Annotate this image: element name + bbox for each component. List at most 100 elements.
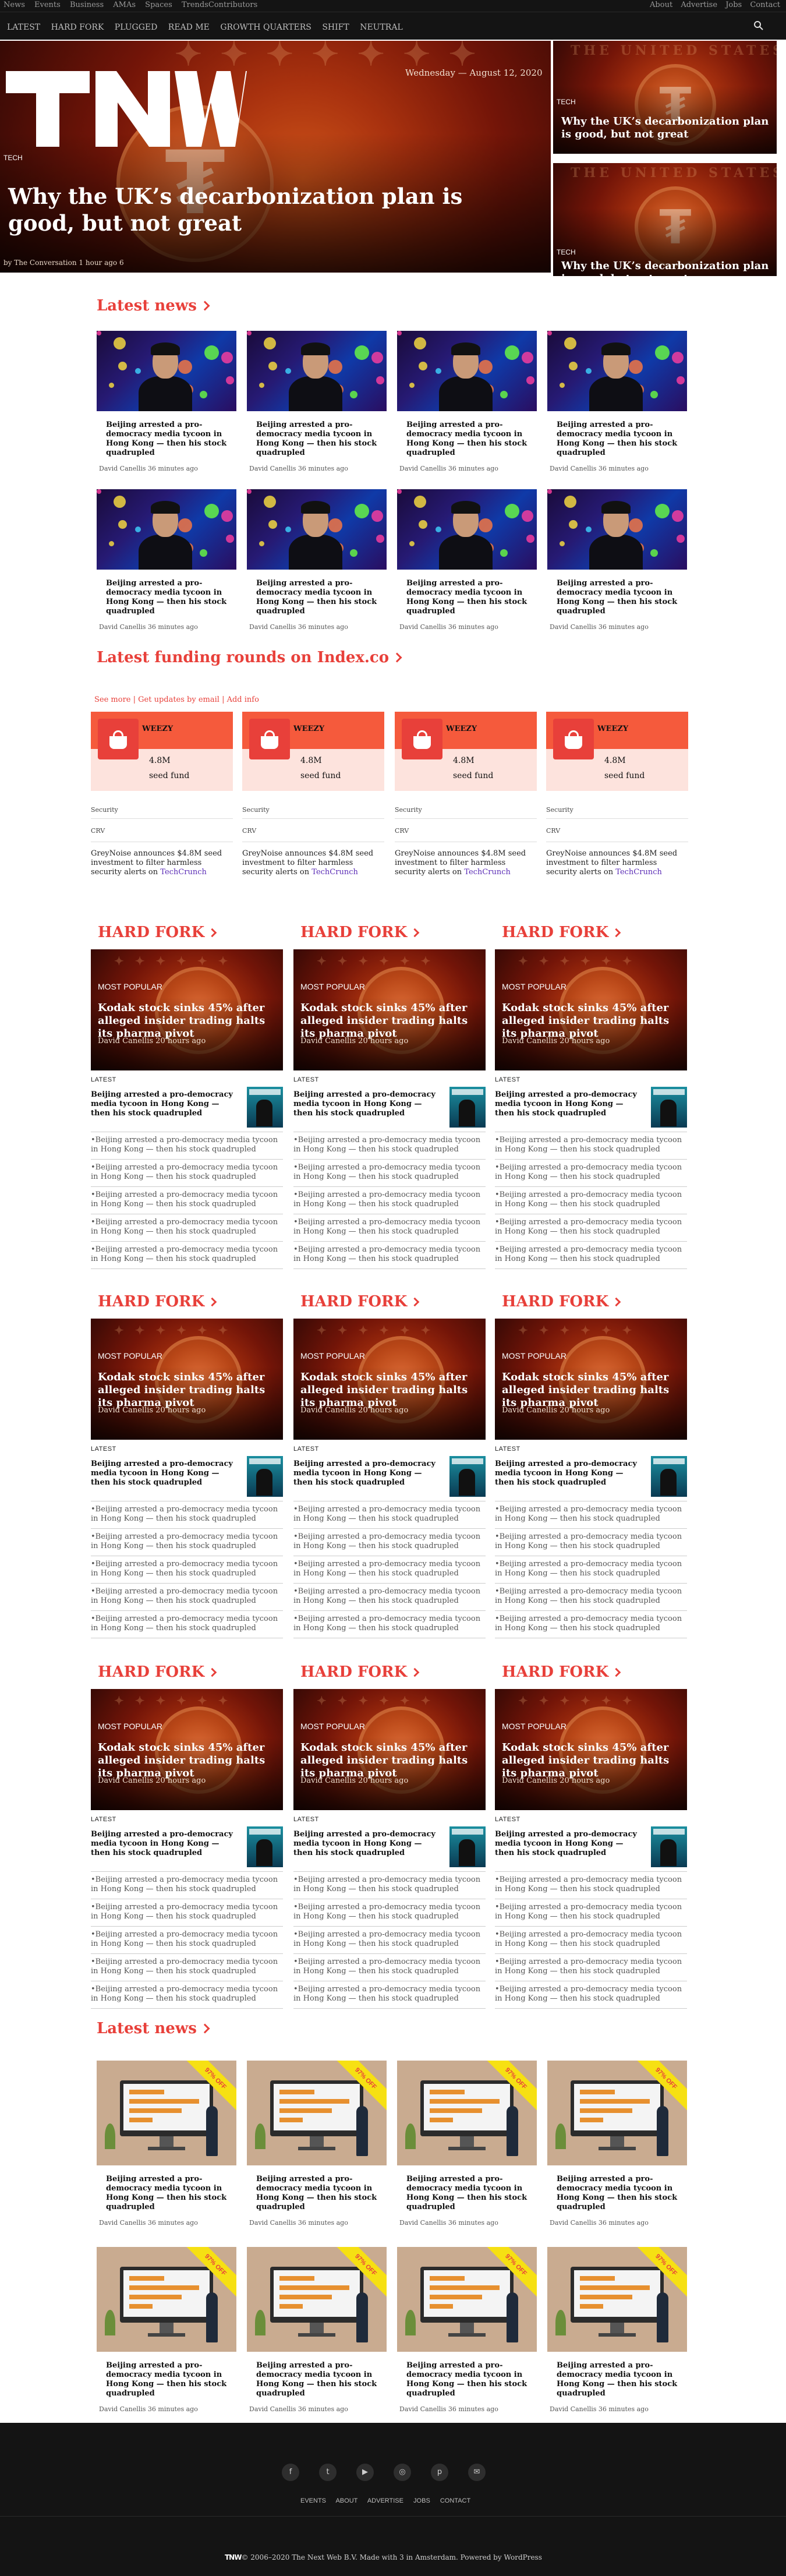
news-card-image[interactable] [247, 489, 387, 570]
hard-fork-heading[interactable]: HARD FORK [293, 1663, 486, 1689]
funding-card[interactable]: WEEZY 4.8M seed fund Security CRV GreyNoise a… [546, 712, 688, 877]
news-card-title[interactable]: Beijing arrested a pro-democracy media t… [97, 2175, 236, 2212]
hard-fork-list-item[interactable]: •Beijing arrested a pro-democracy media … [91, 1900, 283, 1927]
hero-title[interactable]: Why the UK’s decarbonization plan is goo… [8, 183, 532, 236]
news-card[interactable]: Beijing arrested a pro-democracy media t… [547, 489, 687, 631]
latest-story-thumbnail[interactable] [247, 1456, 283, 1497]
hard-fork-feature[interactable]: ✦ ✦ ✦ ✦ ✦ ✦ MOST POPULAR Kodak stock sinks… [91, 1689, 283, 1810]
news-card-image[interactable] [97, 331, 236, 411]
hard-fork-heading-text[interactable]: HARD FORK [98, 1293, 204, 1310]
top-link-amas[interactable]: AMAs [113, 1, 136, 9]
hard-fork-list-item[interactable]: •Beijing arrested a pro-democracy media … [91, 1612, 283, 1638]
nav-shift[interactable]: SHIFT [322, 23, 349, 32]
news-card-title[interactable]: Beijing arrested a pro-democracy media t… [97, 579, 236, 616]
hard-fork-heading[interactable]: HARD FORK [91, 1293, 283, 1319]
news-card-title[interactable]: Beijing arrested a pro-democracy media t… [397, 579, 537, 616]
latest-story-thumbnail[interactable] [651, 1826, 687, 1867]
source-link[interactable]: TechCrunch [464, 868, 511, 877]
hard-fork-heading[interactable]: HARD FORK [495, 1663, 687, 1689]
hard-fork-list-item[interactable]: •Beijing arrested a pro-democracy media … [495, 1983, 687, 2009]
news-card-image[interactable] [97, 489, 236, 570]
news-card[interactable]: 97% OFF Beijing arrested a pro-democracy … [397, 2061, 537, 2227]
news-card[interactable]: 97% OFF Beijing arrested a pro-democracy … [547, 2247, 687, 2413]
news-card-image[interactable]: 97% OFF [397, 2061, 537, 2165]
hard-fork-heading-text[interactable]: HARD FORK [98, 1663, 204, 1681]
hard-fork-list-item[interactable]: •Beijing arrested a pro-democracy media … [495, 1133, 687, 1160]
hard-fork-list-item[interactable]: •Beijing arrested a pro-democracy media … [293, 1955, 486, 1981]
latest-story[interactable]: Beijing arrested a pro-democracy media t… [495, 1826, 687, 1872]
top-link-jobs[interactable]: Jobs [725, 1, 742, 9]
funding-card-header[interactable]: WEEZY 4.8M seed fund [546, 712, 688, 791]
hard-fork-list-item[interactable]: •Beijing arrested a pro-democracy media … [293, 1900, 486, 1927]
funding-investor[interactable]: CRV [395, 827, 537, 842]
side-story-1[interactable]: THE UNITED STATES OF AMERICA ₮ TECH Why … [553, 41, 777, 154]
hard-fork-heading[interactable]: HARD FORK [293, 1293, 486, 1319]
hard-fork-list-item[interactable]: •Beijing arrested a pro-democracy media … [293, 1557, 486, 1584]
feature-title[interactable]: Kodak stock sinks 45% after alleged insi… [98, 1741, 272, 1780]
footer-link-jobs[interactable]: JOBS [413, 2497, 430, 2504]
top-link-trends[interactable]: TrendsContributors [182, 1, 257, 9]
latest-story[interactable]: Beijing arrested a pro-democracy media t… [495, 1087, 687, 1132]
latest-story-title[interactable]: Beijing arrested a pro-democracy media t… [293, 1460, 439, 1487]
hard-fork-list-item[interactable]: •Beijing arrested a pro-democracy media … [495, 1955, 687, 1981]
powered-by-link[interactable]: WordPress [504, 2553, 541, 2561]
hard-fork-heading[interactable]: HARD FORK [91, 1663, 283, 1689]
hard-fork-heading-text[interactable]: HARD FORK [98, 924, 204, 941]
hard-fork-list-item[interactable]: •Beijing arrested a pro-democracy media … [495, 1188, 687, 1214]
news-card-image[interactable] [547, 489, 687, 570]
hard-fork-list-item[interactable]: •Beijing arrested a pro-democracy media … [495, 1530, 687, 1556]
news-card-title[interactable]: Beijing arrested a pro-democracy media t… [97, 2361, 236, 2398]
funding-links[interactable]: See more | Get updates by email | Add in… [94, 695, 259, 704]
twitter-icon[interactable]: t [319, 2464, 337, 2481]
hard-fork-feature[interactable]: ✦ ✦ ✦ ✦ ✦ ✦ MOST POPULAR Kodak stock sinks… [495, 1319, 687, 1440]
footer-link-about[interactable]: ABOUT [335, 2497, 357, 2504]
hard-fork-list-item[interactable]: •Beijing arrested a pro-democracy media … [495, 1585, 687, 1611]
news-card-image[interactable] [397, 331, 537, 411]
hard-fork-list-item[interactable]: •Beijing arrested a pro-democracy media … [293, 1928, 486, 1954]
hard-fork-heading-text[interactable]: HARD FORK [300, 1293, 407, 1310]
news-card-image[interactable]: 97% OFF [397, 2247, 537, 2352]
latest-story[interactable]: Beijing arrested a pro-democracy media t… [495, 1456, 687, 1501]
latest-story-thumbnail[interactable] [247, 1087, 283, 1128]
hard-fork-list-item[interactable]: •Beijing arrested a pro-democracy media … [91, 1188, 283, 1214]
latest-story[interactable]: Beijing arrested a pro-democracy media t… [293, 1456, 486, 1501]
hard-fork-list-item[interactable]: •Beijing arrested a pro-democracy media … [293, 1133, 486, 1160]
hard-fork-list-item[interactable]: •Beijing arrested a pro-democracy media … [91, 1243, 283, 1269]
latest-story-thumbnail[interactable] [651, 1087, 687, 1128]
news-card-image[interactable] [247, 331, 387, 411]
hard-fork-list-item[interactable]: •Beijing arrested a pro-democracy media … [91, 1215, 283, 1242]
hard-fork-list-item[interactable]: •Beijing arrested a pro-democracy media … [495, 1873, 687, 1899]
hard-fork-heading-text[interactable]: HARD FORK [502, 924, 608, 941]
funding-card[interactable]: WEEZY 4.8M seed fund Security CRV GreyNoise a… [91, 712, 233, 877]
nav-growth-quarters[interactable]: GROWTH QUARTERS [220, 23, 311, 32]
hard-fork-list-item[interactable]: •Beijing arrested a pro-democracy media … [495, 1557, 687, 1584]
news-card-title[interactable]: Beijing arrested a pro-democracy media t… [247, 2361, 387, 2398]
search-icon[interactable] [753, 20, 764, 31]
hard-fork-list-item[interactable]: •Beijing arrested a pro-democracy media … [293, 1983, 486, 2009]
news-card[interactable]: Beijing arrested a pro-democracy media t… [97, 331, 236, 472]
news-card[interactable]: 97% OFF Beijing arrested a pro-democracy … [547, 2061, 687, 2227]
hard-fork-list-item[interactable]: •Beijing arrested a pro-democracy media … [495, 1900, 687, 1927]
news-card-title[interactable]: Beijing arrested a pro-democracy media t… [397, 421, 537, 458]
hard-fork-heading[interactable]: HARD FORK [293, 924, 486, 949]
side-story-title[interactable]: Why the UK’s decarbonization plan is goo… [561, 115, 771, 141]
latest-story-thumbnail[interactable] [449, 1456, 486, 1497]
news-card-image[interactable]: 97% OFF [247, 2247, 387, 2352]
hard-fork-feature[interactable]: ✦ ✦ ✦ ✦ ✦ ✦ MOST POPULAR Kodak stock sinks… [91, 949, 283, 1070]
hard-fork-list-item[interactable]: •Beijing arrested a pro-democracy media … [495, 1243, 687, 1269]
side-story-tag[interactable]: TECH [557, 248, 576, 256]
news-card[interactable]: 97% OFF Beijing arrested a pro-democracy … [397, 2247, 537, 2413]
latest-story-title[interactable]: Beijing arrested a pro-democracy media t… [293, 1830, 439, 1858]
funding-card[interactable]: WEEZY 4.8M seed fund Security CRV GreyNoise a… [395, 712, 537, 877]
latest-story-title[interactable]: Beijing arrested a pro-democracy media t… [495, 1830, 640, 1858]
hard-fork-heading-text[interactable]: HARD FORK [502, 1663, 608, 1681]
source-link[interactable]: TechCrunch [311, 868, 358, 877]
latest-story-thumbnail[interactable] [449, 1826, 486, 1867]
top-link-contact[interactable]: Contact [750, 1, 780, 9]
news-card[interactable]: 97% OFF Beijing arrested a pro-democracy … [97, 2247, 236, 2413]
hard-fork-list-item[interactable]: •Beijing arrested a pro-democracy media … [91, 1928, 283, 1954]
hero-story[interactable]: ✦ ✦ ✦ ✦ ✦ ✦ ✦ ₮ Wednesday — August 12, 2… [0, 41, 551, 273]
hard-fork-list-item[interactable]: •Beijing arrested a pro-democracy media … [91, 1983, 283, 2009]
hard-fork-list-item[interactable]: •Beijing arrested a pro-democracy media … [293, 1215, 486, 1242]
news-card-title[interactable]: Beijing arrested a pro-democracy media t… [397, 2361, 537, 2398]
